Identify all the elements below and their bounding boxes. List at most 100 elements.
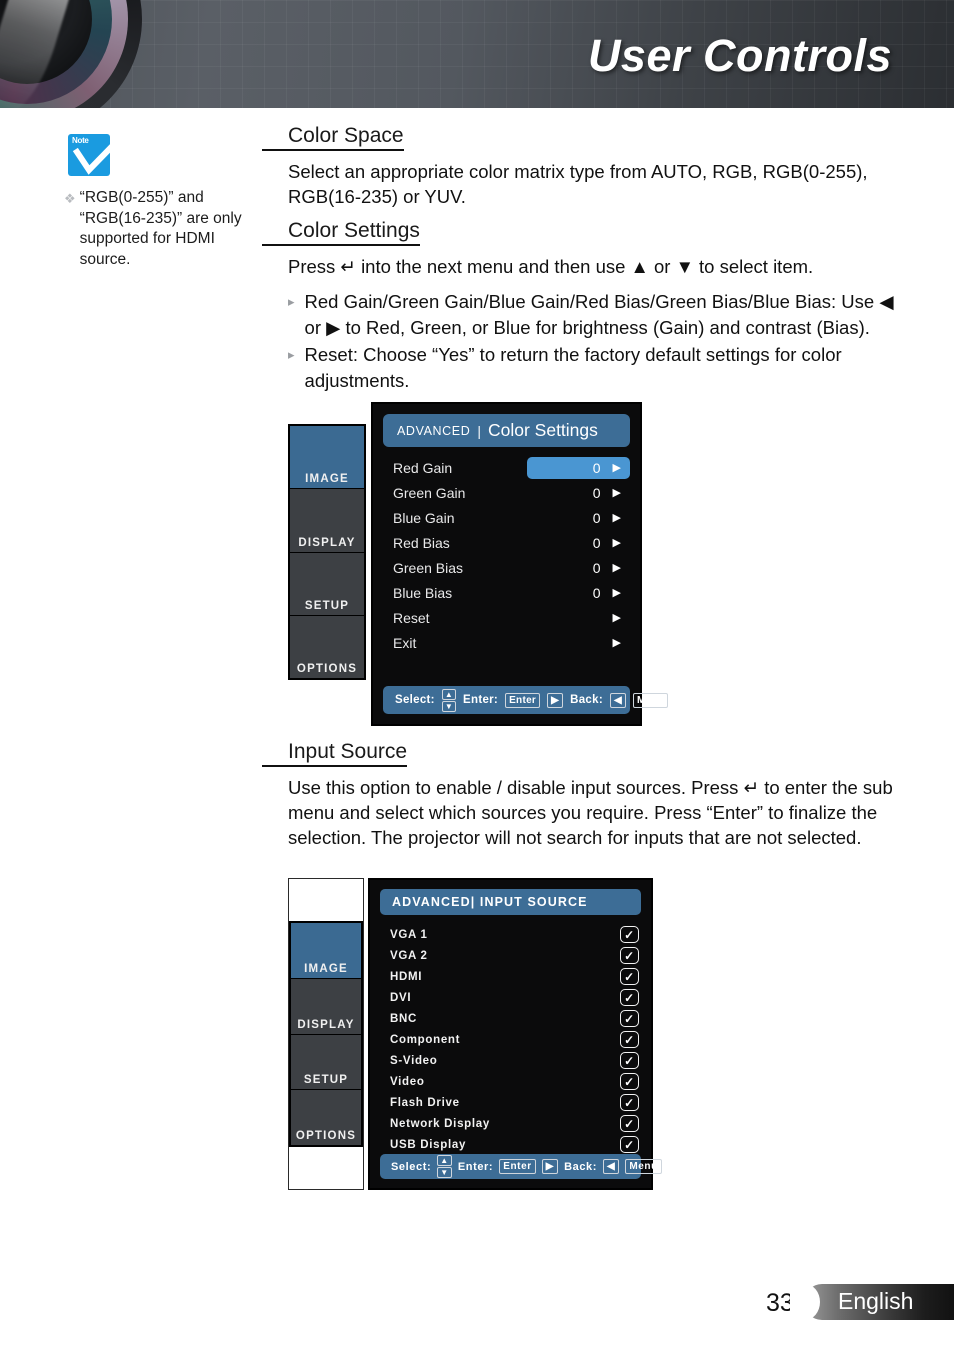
osd-item-label: Exit <box>393 634 417 651</box>
page-header-banner: User Controls <box>0 0 954 108</box>
osd-footer-hints: Select: ▲ ▼ Enter: Enter ▶ Back: ◀ Menu <box>380 1154 662 1179</box>
osd-menu-item-green-gain[interactable]: Green Gain 0 ▶ <box>383 480 630 505</box>
arrow-up-icon[interactable]: ▲ <box>441 688 457 700</box>
osd-tab-setup[interactable]: SETUP <box>291 1034 361 1091</box>
osd-screenshot-input-source: IMAGE DISPLAY SETUP OPTIONS ADVANCED| IN… <box>288 878 662 1190</box>
osd-tab-display[interactable]: DISPLAY <box>291 978 361 1035</box>
osd-item-label: Green Bias <box>393 559 464 576</box>
osd-tab-setup[interactable]: SETUP <box>290 552 364 616</box>
osd-tab-display[interactable]: DISPLAY <box>290 489 364 553</box>
input-source-row-vga-2[interactable]: VGA 2 ✓ <box>382 945 639 966</box>
osd-item-value-box[interactable]: 0 ▶ <box>527 532 630 554</box>
enter-key-icon[interactable]: Enter <box>505 692 541 708</box>
arrow-up-icon[interactable]: ▲ <box>437 1155 452 1166</box>
arrow-down-icon[interactable]: ▼ <box>441 700 457 712</box>
chevron-right-icon[interactable]: ▶ <box>613 536 621 549</box>
osd-menu-item-red-bias[interactable]: Red Bias 0 ▶ <box>383 530 630 555</box>
list-item-text: Red Gain/Green Gain/Blue Gain/Red Bias/G… <box>304 291 894 338</box>
chevron-right-icon[interactable]: ▶ <box>613 636 621 649</box>
osd-menu-item-red-gain[interactable]: Red Gain 0 ▶ <box>383 455 630 480</box>
input-source-row-hdmi[interactable]: HDMI ✓ <box>382 966 639 987</box>
osd-item-value: 0 <box>592 559 601 576</box>
input-source-label: Flash Drive <box>390 1096 460 1109</box>
input-source-label: DVI <box>390 991 412 1004</box>
checkbox-checked-icon[interactable]: ✓ <box>620 989 639 1006</box>
checkbox-checked-icon[interactable]: ✓ <box>620 947 639 964</box>
checkbox-checked-icon[interactable]: ✓ <box>620 1136 639 1153</box>
input-source-row-s-video[interactable]: S-Video ✓ <box>382 1050 639 1071</box>
checkbox-checked-icon[interactable]: ✓ <box>620 1094 639 1111</box>
checkbox-checked-icon[interactable]: ✓ <box>620 1115 639 1132</box>
camera-lens-graphic <box>0 0 142 108</box>
osd-item-value-box[interactable]: 0 ▶ <box>527 582 630 604</box>
input-source-row-network-display[interactable]: Network Display ✓ <box>382 1113 639 1134</box>
chevron-right-icon[interactable]: ▶ <box>613 486 621 499</box>
back-hint-label: Back: <box>570 694 603 706</box>
osd-tab-options[interactable]: OPTIONS <box>291 1090 361 1145</box>
input-source-row-bnc[interactable]: BNC ✓ <box>382 1008 639 1029</box>
checkbox-checked-icon[interactable]: ✓ <box>620 1052 639 1069</box>
input-source-row-flash-drive[interactable]: Flash Drive ✓ <box>382 1092 639 1113</box>
osd-item-label: Red Bias <box>393 534 450 551</box>
osd-menu-item-green-bias[interactable]: Green Bias 0 ▶ <box>383 555 630 580</box>
note-bullet-icon: ❖ <box>64 191 76 206</box>
osd-tab-image[interactable]: IMAGE <box>290 426 364 490</box>
osd-menu-item-blue-gain[interactable]: Blue Gain 0 ▶ <box>383 505 630 530</box>
arrow-down-icon[interactable]: ▼ <box>437 1167 452 1178</box>
osd-menu-item-reset[interactable]: Reset ▶ <box>383 605 630 630</box>
input-source-row-vga-1[interactable]: VGA 1 ✓ <box>382 924 639 945</box>
osd-header-bar: ADVANCED | Color Settings <box>383 414 630 447</box>
arrow-left-icon[interactable]: ◀ <box>603 1159 620 1174</box>
osd-tab-image[interactable]: IMAGE <box>291 923 361 979</box>
osd-item-value-box[interactable]: 0 ▶ <box>527 507 630 529</box>
osd-tab-sidebar: IMAGE DISPLAY SETUP OPTIONS <box>288 878 364 1190</box>
osd-item-label: Reset <box>393 609 430 626</box>
menu-key-icon[interactable]: Menu <box>625 1159 662 1174</box>
chevron-right-icon[interactable]: ▶ <box>613 561 621 574</box>
osd-item-value-box[interactable]: ▶ <box>527 607 630 629</box>
checkbox-checked-icon[interactable]: ✓ <box>620 1010 639 1027</box>
osd-menu-item-blue-bias[interactable]: Blue Bias 0 ▶ <box>383 580 630 605</box>
osd-tab-options[interactable]: OPTIONS <box>290 615 364 678</box>
input-source-row-usb-display[interactable]: USB Display ✓ <box>382 1134 639 1155</box>
page-footer: 33 English <box>766 1283 954 1323</box>
osd-menu-list: Red Gain 0 ▶ Green Gain 0 ▶ Blue Gain 0 … <box>383 455 630 655</box>
input-source-row-video[interactable]: Video ✓ <box>382 1071 639 1092</box>
bullet-list: ▸ Red Gain/Green Gain/Blue Gain/Red Bias… <box>288 289 910 393</box>
checkbox-checked-icon[interactable]: ✓ <box>620 1031 639 1048</box>
menu-key-icon[interactable]: Menu <box>632 692 669 708</box>
chevron-right-icon[interactable]: ▶ <box>613 511 621 524</box>
osd-item-label: Blue Gain <box>393 509 455 526</box>
chevron-right-icon[interactable]: ▶ <box>613 461 621 474</box>
osd-item-value-box[interactable]: 0 ▶ <box>527 456 630 479</box>
enter-key-icon[interactable]: Enter <box>499 1159 536 1174</box>
osd-item-value: 0 <box>592 534 601 551</box>
osd-item-value-box[interactable]: 0 ▶ <box>527 557 630 579</box>
osd-item-value: 0 <box>592 484 601 501</box>
list-item-text: Reset: Choose “Yes” to return the factor… <box>304 344 842 391</box>
checkmark-icon <box>72 130 131 175</box>
list-item: ▸ Red Gain/Green Gain/Blue Gain/Red Bias… <box>288 289 910 340</box>
input-source-row-component[interactable]: Component ✓ <box>382 1029 639 1050</box>
osd-header-bar: ADVANCED| INPUT SOURCE <box>380 889 641 915</box>
section-color-settings: Color Settings Press ↵ into the next men… <box>262 219 910 393</box>
input-source-label: USB Display <box>390 1138 467 1151</box>
select-arrows[interactable]: ▲ ▼ <box>441 688 457 712</box>
checkbox-checked-icon[interactable]: ✓ <box>620 1073 639 1090</box>
checkbox-checked-icon[interactable]: ✓ <box>620 968 639 985</box>
osd-item-value-box[interactable]: 0 ▶ <box>527 482 630 504</box>
section-color-space: Color Space Select an appropriate color … <box>262 124 910 209</box>
select-arrows[interactable]: ▲ ▼ <box>437 1155 452 1178</box>
chevron-right-icon[interactable]: ▶ <box>613 611 621 624</box>
arrow-left-icon[interactable]: ◀ <box>609 692 626 708</box>
osd-item-value: 0 <box>592 459 601 476</box>
select-hint-label: Select: <box>391 1160 432 1173</box>
chevron-right-icon[interactable]: ▶ <box>613 586 621 599</box>
input-source-row-dvi[interactable]: DVI ✓ <box>382 987 639 1008</box>
arrow-right-icon[interactable]: ▶ <box>547 692 564 708</box>
arrow-right-icon[interactable]: ▶ <box>541 1159 559 1174</box>
osd-item-value-box[interactable]: ▶ <box>527 632 630 654</box>
input-source-list: VGA 1 ✓ VGA 2 ✓ HDMI ✓ DVI ✓ BNC ✓ Compo… <box>382 924 639 1155</box>
checkbox-checked-icon[interactable]: ✓ <box>620 926 639 943</box>
osd-menu-item-exit[interactable]: Exit ▶ <box>383 630 630 655</box>
